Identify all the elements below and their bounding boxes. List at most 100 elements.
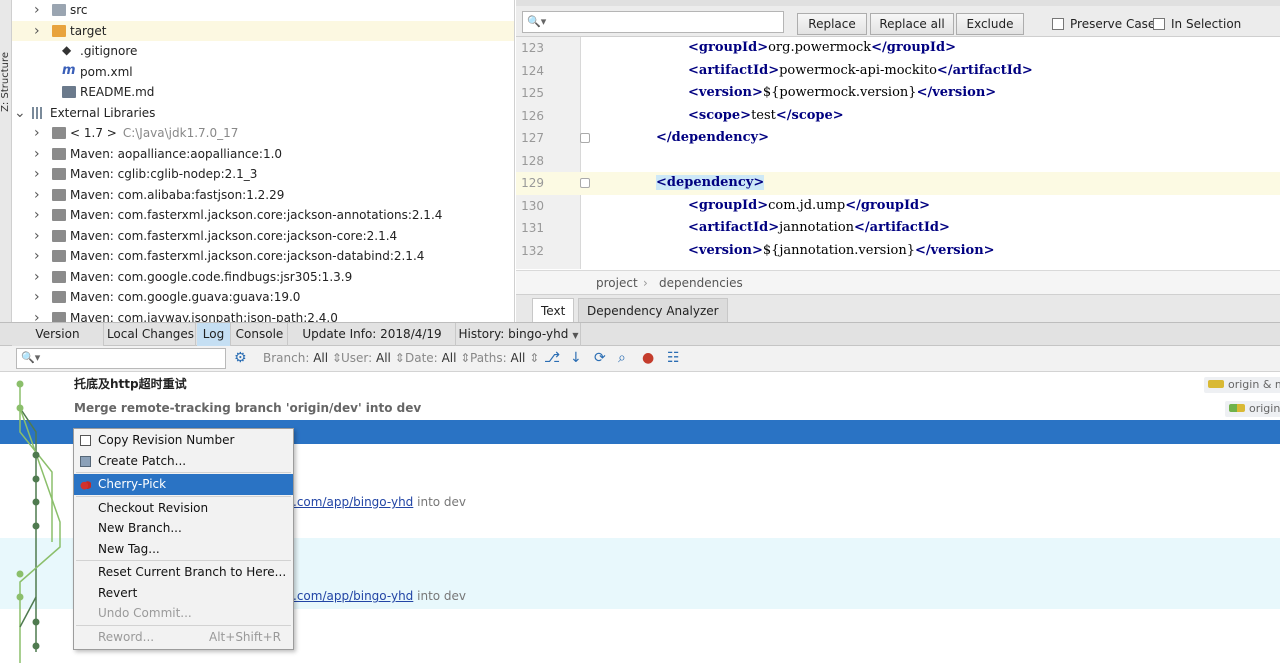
commit-row[interactable]: Merge remote-tracking branch 'origin/dev… [0,397,1280,421]
code-editor[interactable]: 123 <groupId>org.powermock</groupId> 124 <a… [516,37,1280,269]
code-text: </dependency> [656,127,769,149]
tab-local-changes[interactable]: Local Changes [106,323,196,346]
settings-tree-icon[interactable]: ☷ [667,350,680,366]
menu-item-undo-commit: Undo Commit... [74,603,293,624]
in-selection-checkbox[interactable]: In Selection [1153,16,1241,32]
paths-filter[interactable]: Paths: All ⇕ [470,351,539,365]
chevron-right-icon[interactable]: › [34,267,44,287]
tree-row-label: src [70,0,88,20]
replace-all-button[interactable]: Replace all [870,13,954,35]
code-line[interactable]: 131 <artifactId>jannotation</artifactId> [516,217,1280,240]
cherry-pick-icon[interactable]: ● [642,350,654,366]
tree-row[interactable]: › target [12,20,514,41]
fold-marker-icon[interactable] [580,178,590,188]
tree-row[interactable]: › Maven: com.fasterxml.jackson.core:jacks… [12,205,514,225]
breadcrumb-item-dependencies[interactable]: dependencies [659,271,743,295]
ref-text: origin [1249,401,1280,415]
tree-row[interactable]: › Maven: com.google.guava:guava:19.0 [12,287,514,307]
tree-row[interactable]: ⌄ External Libraries [12,103,514,123]
code-text: <scope>test</scope> [688,105,844,127]
graph-node [32,475,40,483]
breadcrumb-item-project[interactable]: project [596,271,638,295]
tree-row[interactable]: › src [12,0,514,20]
tab-log[interactable]: Log [197,323,231,346]
structure-tool-tab[interactable]: Z: Structure [0,52,12,112]
chevron-right-icon[interactable]: › [34,185,44,205]
code-line[interactable]: 124 <artifactId>powermock-api-mockito</ar… [516,60,1280,83]
chevron-right-icon[interactable]: › [34,123,44,143]
refresh-icon[interactable]: ⟳ [594,350,606,366]
code-line[interactable]: 126 <scope>test</scope> [516,105,1280,128]
code-line[interactable]: 129 <dependency> [516,172,1280,195]
tree-row[interactable]: ◆ .gitignore [12,41,514,61]
chevron-right-icon[interactable]: › [34,287,44,307]
tree-row[interactable]: › < 1.7 > C:\Java\jdk1.7.0_17 [12,123,514,143]
commit-link[interactable]: .com/app/bingo-yhd [293,495,413,509]
tree-row[interactable]: › Maven: com.alibaba:fastjson:1.2.29 [12,185,514,205]
chevron-right-icon[interactable]: › [34,0,44,20]
zoom-icon[interactable]: ⌕ [618,350,626,366]
tree-row-label: Maven: com.fasterxml.jackson.core:jackso… [70,246,424,266]
replace-button[interactable]: Replace [797,13,867,35]
log-search-input[interactable]: 🔍▾ [16,348,226,369]
commit-link[interactable]: .com/app/bingo-yhd [293,589,413,603]
folder-orange-icon [52,24,66,37]
date-filter[interactable]: Date: All ⇕ [405,351,470,365]
chevron-right-icon[interactable]: › [34,144,44,164]
menu-item-cherry-pick[interactable]: Cherry-Pick [74,474,293,495]
xml-text: ${jannotation.version} [762,242,915,258]
tab-dependency-analyzer[interactable]: Dependency Analyzer [578,298,728,323]
chevron-right-icon[interactable]: › [34,246,44,266]
preserve-case-checkbox[interactable]: Preserve Case [1052,16,1155,32]
menu-item-new-branch[interactable]: New Branch... [74,518,293,539]
code-line[interactable]: 128 [516,150,1280,173]
chevron-right-icon[interactable]: › [34,308,44,323]
exclude-button[interactable]: Exclude [956,13,1024,35]
replace-input[interactable]: 🔍▾ [522,11,784,33]
menu-item-copy-revision-number[interactable]: Copy Revision Number [74,430,293,451]
code-line[interactable]: 127 </dependency> [516,127,1280,150]
branch-graph-icon[interactable]: ⎇ [544,350,560,366]
tree-row-text: README.md [80,85,155,99]
code-line[interactable]: 132 <version>${jannotation.version}</vers… [516,240,1280,263]
tab-history[interactable]: History: bingo-yhd ▼ [457,323,581,346]
fold-marker-icon[interactable] [580,133,590,143]
menu-item-new-tag[interactable]: New Tag... [74,539,293,560]
chevron-down-icon[interactable]: ⌄ [14,103,26,123]
branch-filter[interactable]: Branch: All ⇕ [263,351,342,365]
tree-row[interactable]: › Maven: cglib:cglib-nodep:2.1_3 [12,164,514,184]
code-line[interactable]: 123 <groupId>org.powermock</groupId> [516,37,1280,60]
tree-row[interactable]: › Maven: com.fasterxml.jackson.core:jacks… [12,246,514,266]
left-tool-strip: Z: Structure [0,0,12,322]
menu-item-reset-current-branch-to-here[interactable]: Reset Current Branch to Here... [74,562,293,583]
user-filter[interactable]: User: All ⇕ [341,351,405,365]
chevron-right-icon[interactable]: › [34,226,44,246]
commit-row[interactable]: 托底及http超时重试 origin & m [0,373,1280,397]
arrow-down-icon[interactable]: ↓ [570,350,582,366]
xml-text: com.jd.ump [768,197,846,213]
tree-row[interactable]: › Maven: com.fasterxml.jackson.core:jacks… [12,226,514,246]
gear-icon[interactable]: ⚙ [234,350,247,366]
tree-row-text: Maven: com.jayway.jsonpath:json-path:2.4… [70,310,338,323]
tab-update-info[interactable]: Update Info: 2018/4/19 9:33▼ [289,323,456,364]
menu-item-checkout-revision[interactable]: Checkout Revision [74,498,293,519]
tree-row-text: src [70,3,88,17]
tab-console[interactable]: Console [232,323,288,346]
tree-row[interactable]: › Maven: com.google.code.findbugs:jsr305:… [12,267,514,287]
tab-text[interactable]: Text [532,298,575,323]
menu-item-create-patch[interactable]: Create Patch... [74,451,293,472]
code-line[interactable]: 130 <groupId>com.jd.ump</groupId> [516,195,1280,218]
tree-row-label: Maven: com.alibaba:fastjson:1.2.29 [70,185,284,205]
code-line[interactable]: 125 <version>${powermock.version}</versio… [516,82,1280,105]
menu-item-revert[interactable]: Revert [74,583,293,604]
menu-item-label: Reword... [98,629,155,644]
maven-icon: m [62,62,76,78]
chevron-right-icon[interactable]: › [34,205,44,225]
tree-row[interactable]: m pom.xml [12,62,514,82]
tree-row[interactable]: README.md [12,82,514,102]
tree-row[interactable]: › Maven: aopalliance:aopalliance:1.0 [12,144,514,164]
chevron-right-icon[interactable]: › [34,164,44,184]
tree-row[interactable]: › Maven: com.jayway.jsonpath:json-path:2.… [12,308,514,323]
tree-row-text: < 1.7 > [70,126,117,140]
chevron-right-icon[interactable]: › [34,21,44,41]
